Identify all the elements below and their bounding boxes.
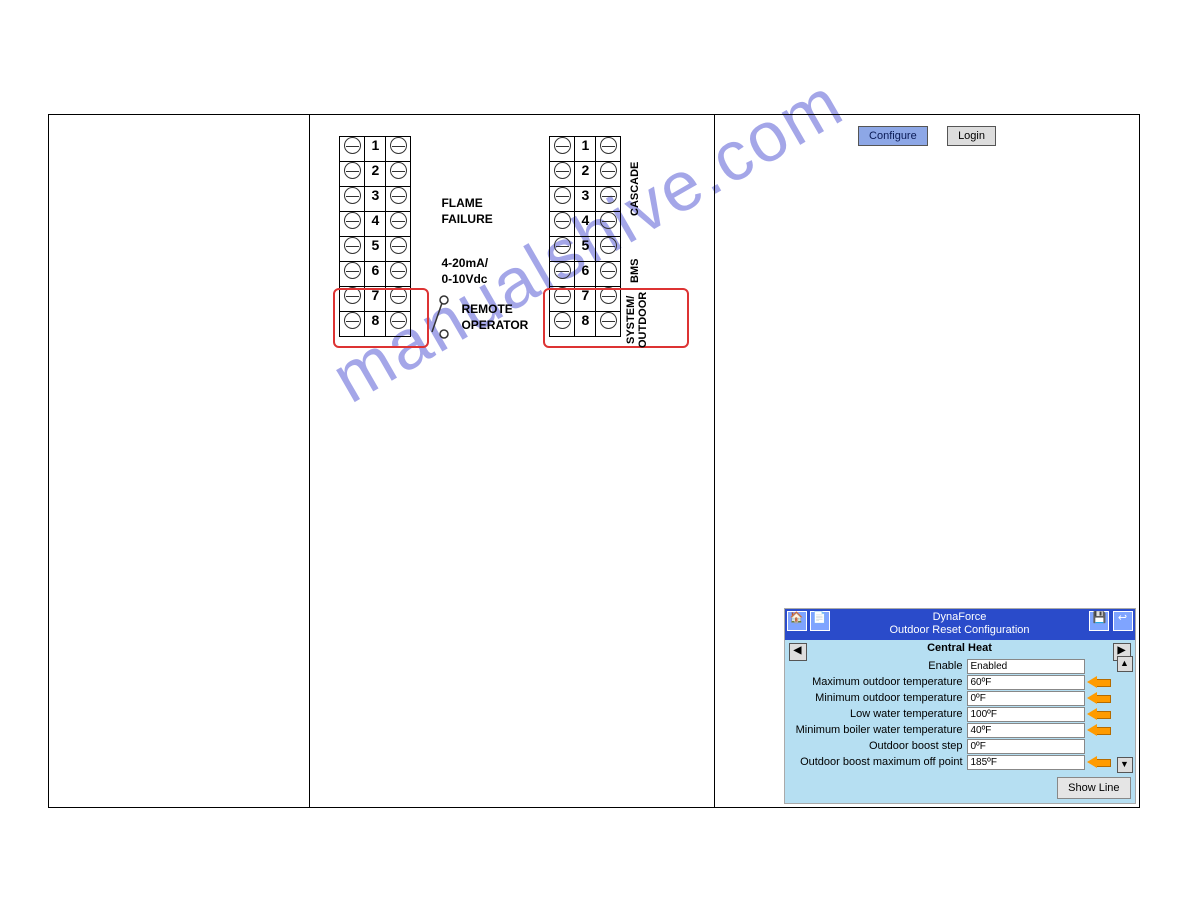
arrow-icon [1087, 709, 1115, 719]
param-label: Low water temperature [787, 708, 967, 720]
label-signal: 4-20mA/ 0-10Vdc [441, 256, 488, 287]
param-label: Minimum outdoor temperature [787, 692, 967, 704]
param-value[interactable]: 40ºF [967, 723, 1085, 738]
param-value[interactable]: 0ºF [967, 691, 1085, 706]
panel-nav: ◀ Central Heat ▶ [785, 640, 1135, 656]
param-label: Minimum boiler water temperature [787, 724, 967, 736]
scroll-down-button[interactable]: ▼ [1117, 757, 1133, 773]
arrow-icon [1087, 757, 1115, 767]
show-line-button[interactable]: Show Line [1057, 777, 1130, 799]
param-value[interactable]: Enabled [967, 659, 1085, 674]
highlight-remote-operator [333, 288, 429, 348]
label-flame-failure: FLAME FAILURE [441, 196, 492, 227]
arrow-icon [1087, 661, 1115, 671]
label-cascade: CASCADE [629, 146, 641, 216]
outdoor-reset-panel: 🏠 📄 💾 ↩ DynaForce Outdoor Reset Configur… [784, 608, 1136, 803]
content-table: 12345678 FLAME FAILURE 4-20mA/ 0-10Vdc R… [48, 114, 1140, 808]
param-label: Enable [787, 660, 967, 672]
panel-section: Central Heat [927, 642, 992, 654]
param-value[interactable]: 0ºF [967, 739, 1085, 754]
switch-icon [426, 294, 450, 343]
param-row: Low water temperature100ºF [787, 707, 1115, 722]
save-icon[interactable]: 💾 [1089, 611, 1109, 631]
param-label: Maximum outdoor temperature [787, 676, 967, 688]
terminal-diagram: 12345678 FLAME FAILURE 4-20mA/ 0-10Vdc R… [311, 116, 713, 376]
param-row: Outdoor boost maximum off point185ºF [787, 755, 1115, 770]
scroll-up-button[interactable]: ▲ [1117, 656, 1133, 672]
param-row: Outdoor boost step0ºF [787, 739, 1115, 754]
label-system-outdoor: SYSTEM/ OUTDOOR [625, 292, 649, 348]
highlight-system-outdoor [543, 288, 689, 348]
param-label: Outdoor boost step [787, 740, 967, 752]
param-value[interactable]: 60ºF [967, 675, 1085, 690]
arrow-icon [1087, 725, 1115, 735]
configure-button[interactable]: Configure [858, 126, 928, 146]
file-icon[interactable]: 📄 [810, 611, 830, 631]
param-row: Minimum outdoor temperature0ºF [787, 691, 1115, 706]
arrow-icon [1087, 677, 1115, 687]
show-line-row: Show Line [785, 773, 1135, 803]
arrow-icon [1087, 693, 1115, 703]
param-row: Minimum boiler water temperature40ºF [787, 723, 1115, 738]
back-icon[interactable]: ↩ [1113, 611, 1133, 631]
param-value[interactable]: 185ºF [967, 755, 1085, 770]
label-bms: BMS [629, 241, 641, 283]
panel-title2: Outdoor Reset Configuration [787, 624, 1133, 637]
param-row: Maximum outdoor temperature60ºF [787, 675, 1115, 690]
panel-title1: DynaForce [787, 611, 1133, 624]
param-row: EnableEnabled [787, 659, 1115, 674]
panel-header: 🏠 📄 💾 ↩ DynaForce Outdoor Reset Configur… [785, 609, 1135, 639]
login-button[interactable]: Login [947, 126, 996, 146]
label-remote-operator: REMOTE OPERATOR [461, 302, 528, 333]
home-icon[interactable]: 🏠 [787, 611, 807, 631]
param-label: Outdoor boost maximum off point [787, 756, 967, 768]
param-value[interactable]: 100ºF [967, 707, 1085, 722]
arrow-icon [1087, 741, 1115, 751]
